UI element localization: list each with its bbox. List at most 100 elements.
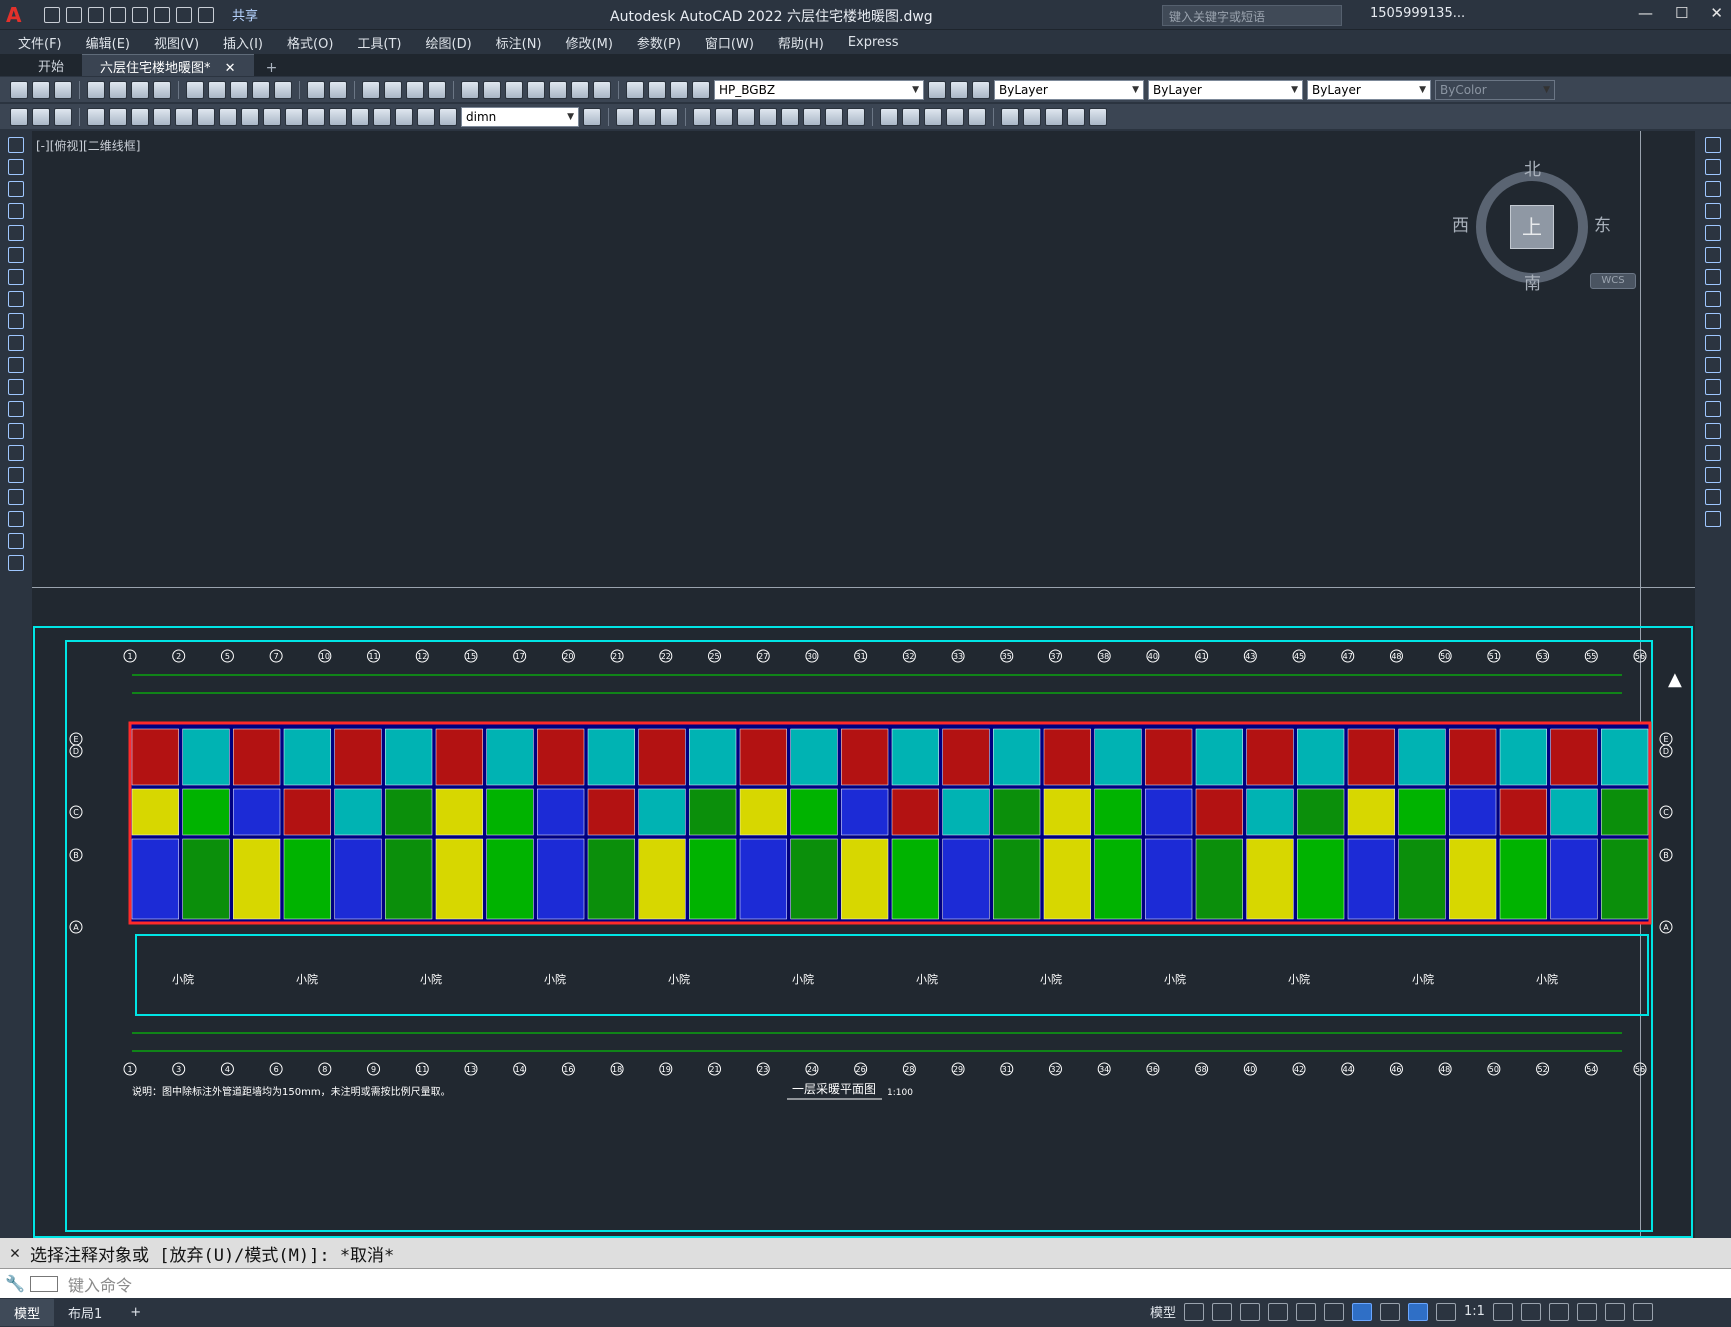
markup-icon[interactable]: [549, 80, 567, 99]
redo-icon[interactable]: [329, 80, 347, 99]
minimize-button[interactable]: —: [1638, 4, 1653, 22]
ordinate-icon[interactable]: [87, 107, 105, 126]
undo-icon[interactable]: [176, 6, 192, 23]
floor-plan-drawing[interactable]: 1 2 5 7 10 11 12 15 17 20 21 22 25 27 30 31 32 33 35 37 38 40…: [32, 623, 1695, 1238]
ellipse-arc-icon[interactable]: [8, 357, 24, 373]
user-account[interactable]: 1505999135...: [1370, 6, 1465, 21]
block-icon[interactable]: [1001, 107, 1019, 126]
pan-icon[interactable]: [362, 80, 380, 99]
menu-insert[interactable]: 插入(I): [223, 33, 263, 52]
redo-icon[interactable]: [198, 6, 214, 23]
hatch-icon[interactable]: [8, 445, 24, 461]
add-selected-icon[interactable]: [8, 555, 24, 571]
compass-east[interactable]: 东: [1594, 211, 1611, 236]
tab-model[interactable]: 模型: [0, 1299, 55, 1326]
menu-icon[interactable]: [1632, 1302, 1653, 1321]
continue-icon[interactable]: [241, 107, 259, 126]
rotate-icon[interactable]: [1705, 269, 1721, 285]
annotation-scale[interactable]: 1:1: [1464, 1304, 1485, 1319]
make-block-icon[interactable]: [8, 401, 24, 417]
close-button[interactable]: ✕: [1710, 4, 1723, 22]
inspection-icon[interactable]: [351, 107, 369, 126]
auto-scale-icon[interactable]: [1436, 1302, 1457, 1321]
draworder-icon[interactable]: [946, 107, 964, 126]
properties-icon[interactable]: [461, 80, 479, 99]
point-icon[interactable]: [8, 423, 24, 439]
radius-icon[interactable]: [109, 107, 127, 126]
cut-icon[interactable]: [186, 80, 204, 99]
dimension-space-icon[interactable]: [263, 107, 281, 126]
scale-icon[interactable]: [1705, 291, 1721, 307]
polygon-icon[interactable]: [8, 203, 24, 219]
dimension-break-icon[interactable]: [285, 107, 303, 126]
fillet-icon[interactable]: [902, 107, 920, 126]
stretch-icon[interactable]: [759, 107, 777, 126]
attribute-icon[interactable]: [1045, 107, 1063, 126]
lineweight-icon[interactable]: [1380, 1302, 1401, 1321]
quick-dimension-icon[interactable]: [197, 107, 215, 126]
command-input[interactable]: 键入命令: [68, 1272, 132, 1296]
offset-icon[interactable]: [1705, 203, 1721, 219]
copy-object-icon[interactable]: [616, 107, 634, 126]
lineweight-dropdown[interactable]: ByLayer ▼: [1307, 79, 1431, 100]
model-space-label[interactable]: 模型: [1150, 1302, 1176, 1321]
diameter-icon[interactable]: [153, 107, 171, 126]
arc-icon[interactable]: [8, 247, 24, 263]
xref-icon[interactable]: [1067, 107, 1085, 126]
linear-dimension-icon[interactable]: [10, 107, 28, 126]
calculator-icon[interactable]: [571, 80, 589, 99]
linetype-dropdown[interactable]: ByLayer ▼: [1148, 79, 1303, 100]
zoom-window-icon[interactable]: [406, 80, 424, 99]
menu-parametric[interactable]: 参数(P): [637, 33, 681, 52]
layer-dropdown[interactable]: HP_BGBZ ▼: [714, 79, 924, 100]
add-layout-button[interactable]: +: [116, 1301, 155, 1324]
open-icon[interactable]: [32, 80, 50, 99]
extend-icon[interactable]: [803, 107, 821, 126]
viewport-label[interactable]: [-][俯视][二维线框]: [36, 137, 140, 154]
new-tab-button[interactable]: +: [266, 60, 278, 76]
line-icon[interactable]: [8, 137, 24, 153]
menu-window[interactable]: 窗口(W): [705, 33, 754, 52]
object-snap-icon[interactable]: [1352, 1302, 1373, 1321]
dimstyle-dropdown[interactable]: dimn ▼: [461, 106, 579, 127]
new-icon[interactable]: [10, 80, 28, 99]
array-icon[interactable]: [1705, 225, 1721, 241]
match-properties-icon[interactable]: [252, 80, 270, 99]
blend-curves-icon[interactable]: [1705, 489, 1721, 505]
compass-south[interactable]: 南: [1524, 269, 1541, 294]
center-mark-icon[interactable]: [329, 107, 347, 126]
plus-icon[interactable]: [1520, 1302, 1541, 1321]
layer-lock-icon[interactable]: [692, 80, 710, 99]
layer-on-icon[interactable]: [648, 80, 666, 99]
plot-preview-icon[interactable]: [109, 80, 127, 99]
move-icon[interactable]: [1705, 247, 1721, 263]
menu-edit[interactable]: 编辑(E): [86, 33, 130, 52]
menu-tools[interactable]: 工具(T): [357, 33, 401, 52]
layer-properties-icon[interactable]: [626, 80, 644, 99]
compass-north[interactable]: 北: [1524, 155, 1541, 180]
undo-icon[interactable]: [307, 80, 325, 99]
revision-cloud-icon[interactable]: [8, 291, 24, 307]
polar-icon[interactable]: [1268, 1302, 1289, 1321]
insert-block-icon[interactable]: [8, 379, 24, 395]
copy-icon[interactable]: [1705, 159, 1721, 175]
copy-icon[interactable]: [208, 80, 226, 99]
aligned-dimension-icon[interactable]: [32, 107, 50, 126]
rectangle-icon[interactable]: [8, 225, 24, 241]
dimension-update-icon[interactable]: [439, 107, 457, 126]
3d-print-icon[interactable]: [153, 80, 171, 99]
drawing-canvas[interactable]: [-][俯视][二维线框] 上 北 南 东 西 WCS 1 2 5 7 10 11 12 15…: [32, 131, 1695, 1238]
chamfer-icon[interactable]: [880, 107, 898, 126]
app-logo[interactable]: A: [6, 4, 28, 26]
erase-icon[interactable]: [1705, 137, 1721, 153]
angular-icon[interactable]: [175, 107, 193, 126]
make-current-layer-icon[interactable]: [928, 80, 946, 99]
baseline-icon[interactable]: [219, 107, 237, 126]
open-file-icon[interactable]: [66, 6, 82, 23]
search-input[interactable]: 键入关键字或短语: [1162, 5, 1342, 26]
mirror-icon[interactable]: [1705, 181, 1721, 197]
spline-icon[interactable]: [8, 313, 24, 329]
sheet-set-icon[interactable]: [527, 80, 545, 99]
fillet-icon[interactable]: [1705, 467, 1721, 483]
extend-icon[interactable]: [1705, 357, 1721, 373]
